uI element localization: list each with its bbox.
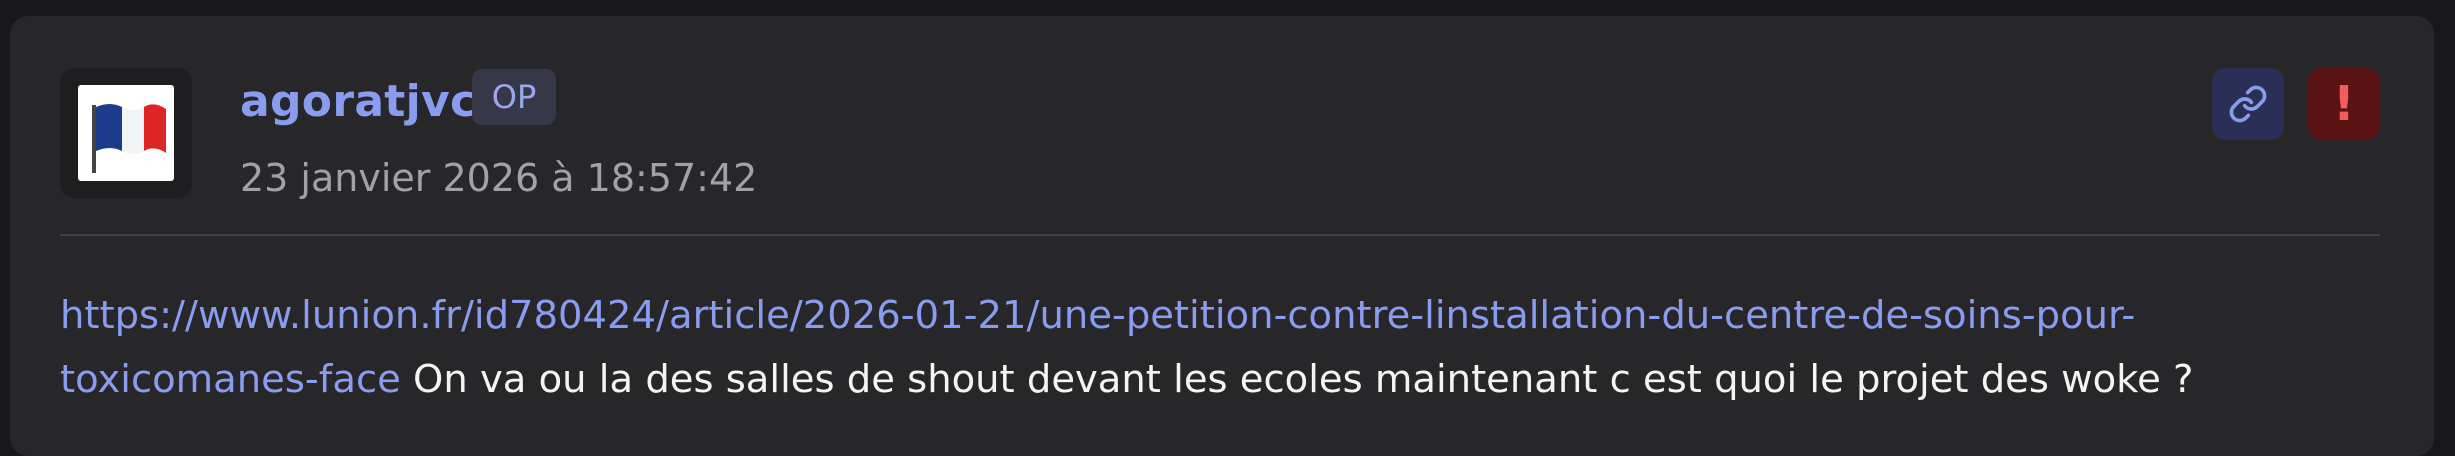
author-avatar[interactable] [60, 68, 192, 198]
report-button[interactable]: ! [2308, 68, 2380, 140]
french-flag-icon [78, 85, 174, 181]
post-link-line-1: https://www.lunion.fr/id780424/article/2… [60, 293, 2136, 338]
post-text: On va ou la des salles de shout devant l… [400, 357, 2194, 402]
post-link-line-2: toxicomanes-face [60, 357, 401, 402]
author-username[interactable]: agoratjvc [240, 70, 476, 134]
exclamation-icon: ! [2333, 76, 2355, 132]
post-body: https://www.lunion.fr/id780424/article/2… [60, 284, 2360, 412]
op-badge: OP [472, 69, 556, 125]
permalink-button[interactable] [2212, 68, 2284, 140]
post-timestamp: 23 janvier 2026 à 18:57:42 [240, 156, 758, 200]
post-card: agoratjvc OP 23 janvier 2026 à 18:57:42 … [10, 16, 2434, 456]
header-divider [60, 234, 2380, 236]
link-icon [2229, 85, 2267, 123]
